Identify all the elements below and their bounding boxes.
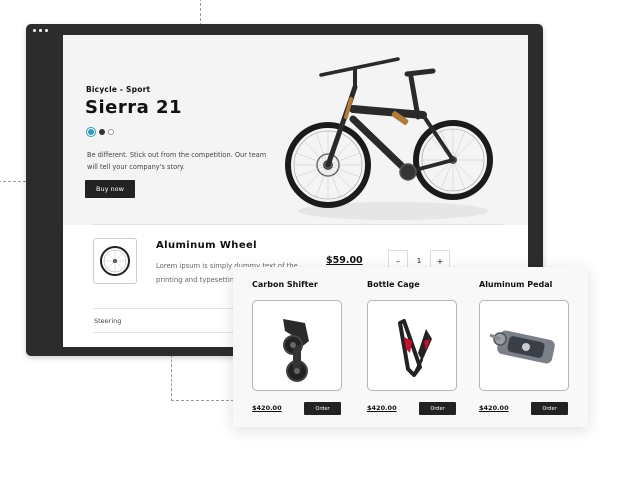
category-steering[interactable]: Steering [94,317,121,325]
window-dots [33,29,48,32]
product-card-panel: Carbon Shifter $420.00 Order Bottle Cage [233,267,588,427]
product-description: Be different. Stick out from the competi… [87,151,267,171]
product-category: Bicycle - Sport [86,85,151,94]
bottle-cage-image[interactable] [367,300,457,391]
product-title: Sierra 21 [85,97,183,118]
color-swatch-light[interactable] [108,129,114,135]
aluminum-pedal-image[interactable] [479,300,569,391]
product-price: $420.00 [252,404,282,412]
bottle-cage-icon [398,319,432,377]
carbon-shifter-image[interactable] [252,300,342,391]
wheel-thumbnail [93,238,137,284]
bicycle-image [285,57,493,220]
order-button[interactable]: Order [419,402,456,415]
wheel-icon [100,246,130,276]
divider [93,224,503,225]
derailleur-icon [283,319,309,382]
color-swatch-dark[interactable] [99,129,105,135]
line-item-name: Aluminum Wheel [156,240,258,251]
order-button[interactable]: Order [304,402,341,415]
color-swatch-teal[interactable] [88,129,94,135]
product-name: Bottle Cage [367,280,420,289]
line-item-price: $59.00 [326,255,363,266]
product-price: $420.00 [479,404,509,412]
order-button[interactable]: Order [531,402,568,415]
color-swatches [88,129,114,135]
product-name: Carbon Shifter [252,280,318,289]
pedal-icon [489,330,555,364]
buy-now-button[interactable]: Buy now [85,180,135,198]
product-price: $420.00 [367,404,397,412]
quantity-value[interactable]: 1 [408,257,430,265]
product-name: Aluminum Pedal [479,280,553,289]
